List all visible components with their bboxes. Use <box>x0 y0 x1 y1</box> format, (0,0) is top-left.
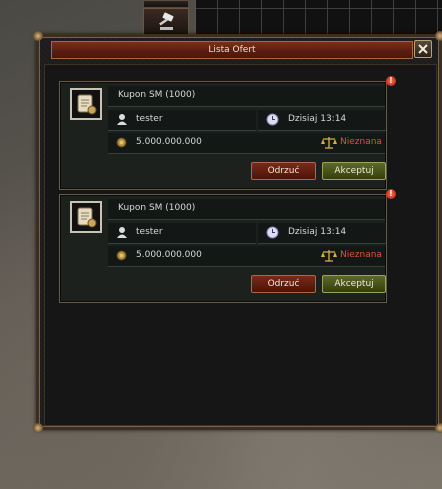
clock-icon <box>266 113 279 126</box>
offer-date: Dzisiaj 13:14 <box>288 227 347 237</box>
close-icon <box>418 44 428 54</box>
accept-button[interactable]: Akceptuj <box>322 275 386 293</box>
game-top-bar <box>0 0 442 38</box>
item-name: Kupon SM (1000) <box>118 90 196 100</box>
price-row: 5.000.000.000 Nieznana <box>108 133 385 154</box>
scroll-icon <box>77 94 97 115</box>
auction-button[interactable] <box>143 8 189 35</box>
scroll-icon <box>77 207 97 228</box>
coin-icon <box>116 250 127 261</box>
accept-button[interactable]: Akceptuj <box>322 162 386 180</box>
user-icon <box>117 114 127 125</box>
status-text: Nieznana <box>340 137 382 147</box>
alert-badge: ! <box>386 189 396 199</box>
scales-icon <box>321 250 337 262</box>
inventory-grid <box>195 0 442 38</box>
scales-icon <box>321 137 337 149</box>
offer-date: Dzisiaj 13:14 <box>288 114 347 124</box>
coin-icon <box>116 137 127 148</box>
offers-list: ! Kupon SM (1000) tester Dzisiaj 13:14 5… <box>44 64 437 426</box>
offers-window: Lista Ofert ! Kupon SM (1000) tester Dzi… <box>33 31 442 433</box>
seller-row: tester <box>108 223 256 244</box>
date-row: Dzisiaj 13:14 <box>258 223 386 244</box>
seller-name: tester <box>136 114 163 124</box>
offer-card: ! Kupon SM (1000) tester Dzisiaj 13:14 5… <box>59 189 396 303</box>
item-slot[interactable] <box>70 88 102 120</box>
clock-icon <box>266 226 279 239</box>
corner-ornament <box>435 31 442 41</box>
offer-price: 5.000.000.000 <box>136 250 202 260</box>
close-button[interactable] <box>414 40 432 58</box>
reject-button[interactable]: Odrzuć <box>251 275 316 293</box>
date-row: Dzisiaj 13:14 <box>258 110 386 131</box>
corner-ornament <box>33 31 43 41</box>
status-text: Nieznana <box>340 250 382 260</box>
offer-price: 5.000.000.000 <box>136 137 202 147</box>
alert-badge: ! <box>386 76 396 86</box>
item-name-row: Kupon SM (1000) <box>108 86 385 107</box>
gavel-icon <box>159 12 174 30</box>
seller-name: tester <box>136 227 163 237</box>
corner-ornament <box>33 423 43 433</box>
user-icon <box>117 227 127 238</box>
window-title-bar[interactable]: Lista Ofert <box>51 41 413 59</box>
window-title: Lista Ofert <box>208 45 256 55</box>
toolbar-slot-top[interactable] <box>143 0 189 8</box>
seller-row: tester <box>108 110 256 131</box>
price-row: 5.000.000.000 Nieznana <box>108 246 385 267</box>
item-name: Kupon SM (1000) <box>118 203 196 213</box>
reject-button[interactable]: Odrzuć <box>251 162 316 180</box>
offer-card: ! Kupon SM (1000) tester Dzisiaj 13:14 5… <box>59 76 396 190</box>
item-name-row: Kupon SM (1000) <box>108 199 385 220</box>
item-slot[interactable] <box>70 201 102 233</box>
